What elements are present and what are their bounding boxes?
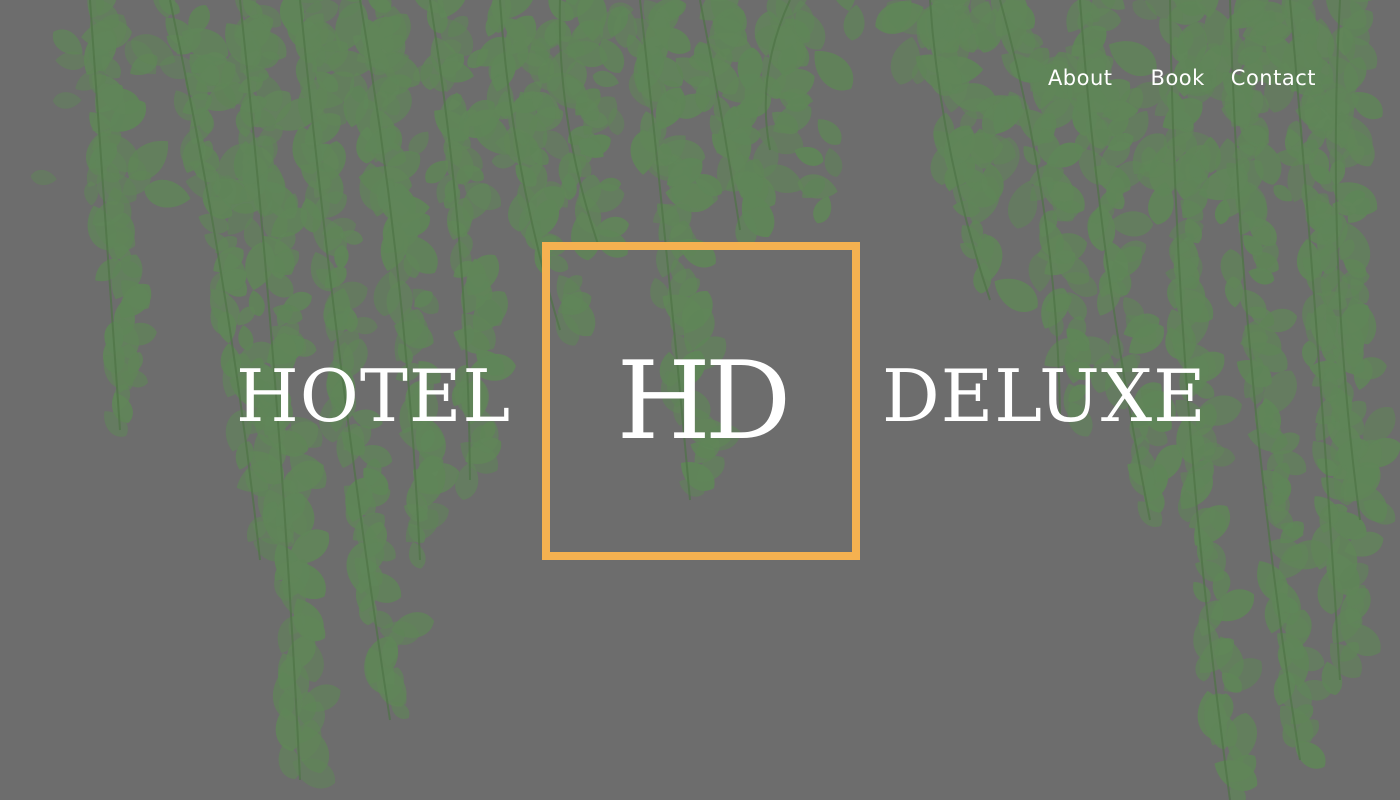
leaf-shape <box>1109 210 1154 238</box>
brand-word-deluxe: DELUXE <box>882 354 1207 438</box>
leaf-shape <box>821 145 846 180</box>
leaf-shape <box>841 3 867 42</box>
leaf-shape <box>804 40 862 100</box>
leaf-shape <box>83 181 99 206</box>
top-navigation: About Book Contact <box>1048 66 1316 90</box>
logo-frame: HD <box>542 242 860 560</box>
leaf-shape <box>52 91 82 110</box>
nav-about-link[interactable]: About <box>1048 66 1113 90</box>
nav-contact-link[interactable]: Contact <box>1231 66 1316 90</box>
nav-book-link[interactable]: Book <box>1151 66 1205 90</box>
leaf-shape <box>810 113 848 151</box>
leaf-shape <box>55 51 88 71</box>
leaf-shape <box>29 168 58 187</box>
logo-monogram: HD <box>616 339 792 464</box>
brand-word-hotel: HOTEL <box>236 354 512 438</box>
hero-page: About Book Contact HOTEL HD DELUXE <box>0 0 1400 800</box>
leaf-shape <box>405 539 429 571</box>
